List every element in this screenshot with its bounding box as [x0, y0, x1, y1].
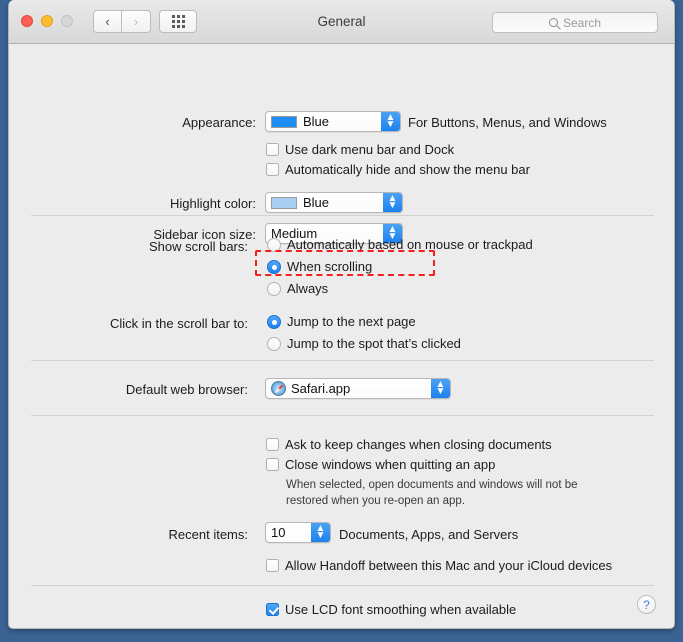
divider [31, 585, 654, 586]
chevron-updown-icon: ▲ ▼ [381, 112, 400, 131]
default-browser-popup[interactable]: Safari.app ▲ ▼ [265, 378, 451, 399]
scroll-bars-label: Show scroll bars: [149, 239, 248, 254]
help-button[interactable]: ? [637, 595, 656, 614]
checkbox-box [266, 143, 279, 156]
radio-box [267, 237, 281, 252]
checkbox-label: Allow Handoff between this Mac and your … [285, 558, 613, 573]
radio-box [267, 336, 281, 351]
radio-scrollbars-when-scrolling[interactable]: When scrolling [267, 259, 372, 274]
highlight-color-value: Blue [303, 195, 330, 210]
radio-box [267, 281, 281, 296]
checkbox-box [266, 559, 279, 572]
preferences-content: Appearance: Blue ▲ ▼ For Buttons, Menus, … [9, 44, 674, 628]
radio-label: When scrolling [287, 259, 373, 274]
safari-icon [271, 381, 286, 396]
checkbox-lcd-font-smoothing[interactable]: Use LCD font smoothing when available [266, 602, 516, 617]
recent-items-label: Recent items: [168, 527, 248, 542]
divider [31, 215, 654, 216]
system-preferences-window: ‹ › General Search Appearance: Blue ▲ ▼ F… [8, 0, 675, 629]
checkbox-box [266, 438, 279, 451]
radio-label: Jump to the spot that’s clicked [287, 336, 461, 351]
search-placeholder: Search [562, 15, 602, 30]
window-titlebar: ‹ › General Search [9, 0, 674, 44]
checkbox-auto-hide-menu-bar[interactable]: Automatically hide and show the menu bar [266, 162, 530, 177]
checkbox-label: Ask to keep changes when closing documen… [285, 437, 552, 452]
radio-jump-next-page[interactable]: Jump to the next page [267, 314, 416, 329]
checkbox-label: Use LCD font smoothing when available [285, 602, 517, 617]
checkbox-label: Automatically hide and show the menu bar [285, 162, 530, 177]
recent-items-value: 10 [271, 525, 286, 540]
highlight-color-label: Highlight color: [170, 196, 256, 211]
recent-items-popup[interactable]: 10 ▲ ▼ [265, 522, 331, 543]
click-scroll-bar-label: Click in the scroll bar to: [110, 316, 248, 331]
checkbox-box [266, 603, 279, 616]
highlight-color-popup[interactable]: Blue ▲ ▼ [265, 192, 403, 213]
chevron-updown-icon: ▲ ▼ [311, 523, 330, 542]
checkbox-dark-menu-bar[interactable]: Use dark menu bar and Dock [266, 142, 454, 157]
checkbox-ask-keep-changes[interactable]: Ask to keep changes when closing documen… [266, 437, 552, 452]
radio-jump-to-spot[interactable]: Jump to the spot that’s clicked [267, 336, 461, 351]
radio-label: Always [287, 281, 329, 296]
checkbox-label: Use dark menu bar and Dock [285, 142, 455, 157]
highlight-color-swatch [271, 196, 297, 209]
chevron-updown-icon: ▲ ▼ [431, 379, 450, 398]
radio-scrollbars-automatic[interactable]: Automatically based on mouse or trackpad [267, 237, 533, 252]
appearance-color-swatch [271, 115, 297, 128]
help-label: ? [643, 597, 650, 612]
appearance-hint: For Buttons, Menus, and Windows [408, 115, 607, 130]
radio-box [267, 259, 281, 274]
recent-items-hint: Documents, Apps, and Servers [339, 527, 519, 542]
divider [31, 415, 654, 416]
search-input[interactable]: Search [492, 12, 658, 33]
checkbox-close-windows-quitting[interactable]: Close windows when quitting an app [266, 457, 495, 472]
radio-scrollbars-always[interactable]: Always [267, 281, 328, 296]
default-browser-value: Safari.app [291, 381, 351, 396]
radio-label: Automatically based on mouse or trackpad [287, 237, 533, 252]
divider [31, 360, 654, 361]
checkbox-handoff[interactable]: Allow Handoff between this Mac and your … [266, 558, 612, 573]
radio-label: Jump to the next page [287, 314, 416, 329]
documents-note: When selected, open documents and window… [286, 479, 578, 507]
appearance-popup[interactable]: Blue ▲ ▼ [265, 111, 401, 132]
radio-box [267, 314, 281, 329]
checkbox-label: Close windows when quitting an app [285, 457, 496, 472]
checkbox-box [266, 163, 279, 176]
checkbox-box [266, 458, 279, 471]
search-icon [548, 18, 558, 27]
appearance-label: Appearance: [182, 115, 256, 130]
appearance-value: Blue [303, 114, 330, 129]
chevron-updown-icon: ▲ ▼ [383, 193, 402, 212]
default-browser-label: Default web browser: [125, 382, 248, 397]
